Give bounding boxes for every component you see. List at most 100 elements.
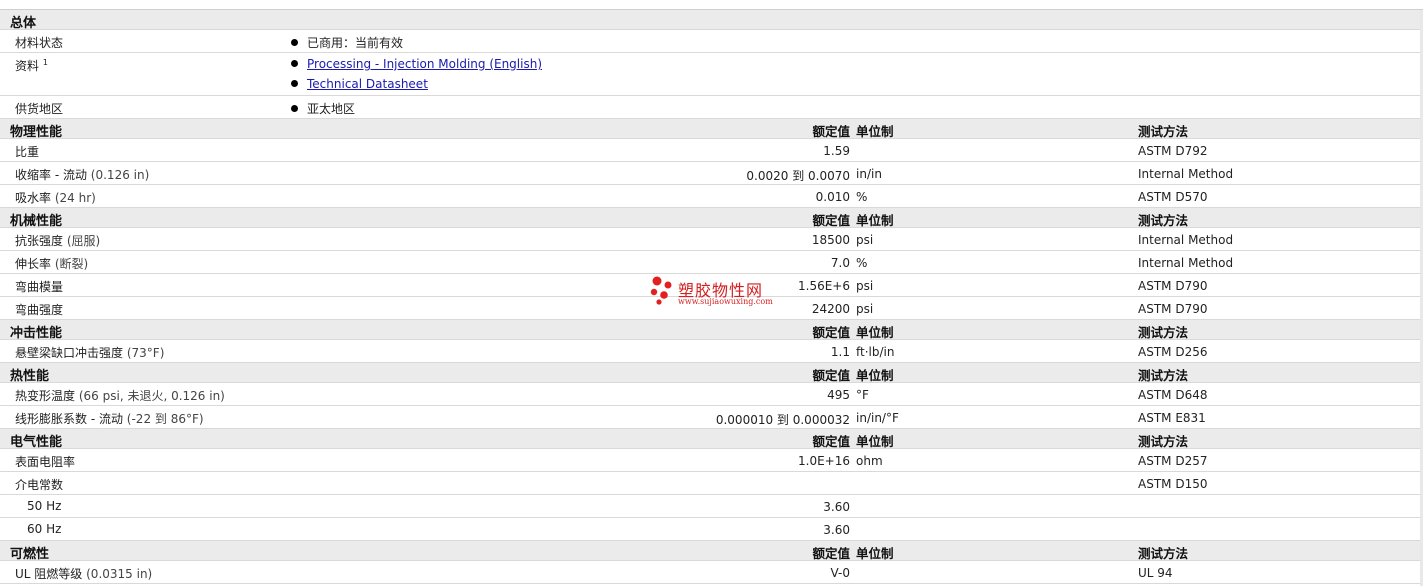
column-header-unit: 单位制 bbox=[856, 124, 894, 139]
section-header-general: 总体 bbox=[0, 10, 1423, 31]
property-row: 表面电阻率 1.0E+16 ohm ASTM D257 bbox=[0, 449, 1423, 472]
property-value: 7.0 bbox=[830, 256, 850, 270]
property-name: 60 Hz bbox=[27, 522, 61, 536]
section-header: 物理性能 额定值 单位制 测试方法 bbox=[0, 119, 1423, 140]
link-processing-injection-molding[interactable]: Processing - Injection Molding (English) bbox=[307, 57, 542, 71]
column-header-rated: 额定值 bbox=[812, 325, 850, 340]
property-condition: (0.0315 in) bbox=[86, 567, 153, 581]
row-resources: 资料 1 Processing - Injection Molding (Eng… bbox=[0, 53, 1423, 96]
property-unit: in/in bbox=[856, 167, 882, 181]
column-header-test-method: 测试方法 bbox=[1138, 213, 1189, 228]
datasheet: 总体 材料状态 已商用：当前有效 资料 1 Processing - Injec… bbox=[0, 0, 1423, 586]
property-row: 介电常数 ASTM D150 bbox=[0, 472, 1423, 495]
section-header: 可燃性 额定值 单位制 测试方法 bbox=[0, 541, 1423, 562]
resources-label: 资料 bbox=[15, 59, 40, 73]
property-row: 收缩率 - 流动 (0.126 in) 0.0020 到 0.0070 in/in I… bbox=[0, 162, 1423, 185]
property-unit: ft·lb/in bbox=[856, 345, 895, 359]
column-header-unit: 单位制 bbox=[856, 368, 894, 383]
property-sections: 物理性能 额定值 单位制 测试方法 比重 1.59 ASTM D792 收缩率 - 流动 (0… bbox=[0, 119, 1423, 584]
property-value: 18500 bbox=[811, 233, 850, 247]
property-test-method: ASTM E831 bbox=[1138, 411, 1206, 425]
section-header: 机械性能 额定值 单位制 测试方法 bbox=[0, 208, 1423, 229]
property-name: 线形膨胀系数 - 流动 (-22 到 86°F) bbox=[15, 410, 204, 427]
availability-value: 亚太地区 bbox=[291, 100, 355, 117]
property-value: 1.0E+16 bbox=[798, 454, 850, 468]
section-title: 物理性能 bbox=[10, 125, 63, 140]
property-value: 0.000010 到 0.000032 bbox=[715, 413, 850, 427]
property-name: 50 Hz bbox=[27, 499, 61, 513]
link-technical-datasheet[interactable]: Technical Datasheet bbox=[307, 77, 428, 91]
column-header-test-method: 测试方法 bbox=[1138, 325, 1189, 340]
property-test-method: ASTM D257 bbox=[1138, 454, 1208, 468]
property-condition: (断裂) bbox=[54, 257, 89, 271]
property-label: 60 Hz bbox=[27, 522, 62, 536]
resource-link-item: Technical Datasheet bbox=[291, 77, 428, 91]
watermark-logo: 塑胶物性网 www.sujiaowuxing.com bbox=[648, 275, 778, 315]
property-label: 介电常数 bbox=[15, 478, 64, 492]
property-name: 悬壁梁缺口冲击强度 (73°F) bbox=[15, 344, 164, 361]
property-row: 50 Hz 3.60 bbox=[0, 495, 1423, 518]
property-label: 吸水率 bbox=[15, 191, 52, 205]
section-title: 机械性能 bbox=[10, 214, 63, 229]
property-unit: in/in/°F bbox=[856, 411, 899, 425]
property-name: 弯曲强度 bbox=[15, 301, 63, 318]
property-label: 比重 bbox=[15, 145, 40, 159]
property-label: 收缩率 - 流动 bbox=[15, 168, 87, 182]
property-value: 1.56E+6 bbox=[798, 279, 850, 293]
property-label: 悬壁梁缺口冲击强度 bbox=[15, 346, 124, 360]
property-unit: psi bbox=[856, 302, 874, 316]
property-condition: (0.126 in) bbox=[90, 168, 150, 182]
availability-text: 亚太地区 bbox=[307, 102, 356, 116]
property-name: UL 阻燃等级 (0.0315 in) bbox=[15, 565, 152, 582]
property-unit: psi bbox=[856, 233, 874, 247]
property-test-method: ASTM D256 bbox=[1138, 345, 1208, 359]
property-value: V-0 bbox=[830, 566, 850, 580]
property-test-method: UL 94 bbox=[1138, 566, 1173, 580]
property-label: 50 Hz bbox=[27, 499, 62, 513]
property-label: UL 阻燃等级 bbox=[15, 567, 83, 581]
property-row: 热变形温度 (66 psi, 未退火, 0.126 in) 495 °F ASTM D… bbox=[0, 383, 1423, 406]
column-header-test-method: 测试方法 bbox=[1138, 124, 1189, 139]
property-condition: (24 hr) bbox=[54, 191, 96, 205]
property-name: 介电常数 bbox=[15, 476, 63, 493]
column-header-unit: 单位制 bbox=[856, 546, 894, 561]
row-availability: 供货地区 亚太地区 bbox=[0, 96, 1423, 119]
property-test-method: ASTM D790 bbox=[1138, 302, 1208, 316]
property-condition: (屈服) bbox=[66, 234, 101, 248]
bullet-icon bbox=[291, 39, 298, 46]
property-row: 比重 1.59 ASTM D792 bbox=[0, 139, 1423, 162]
property-unit: psi bbox=[856, 279, 874, 293]
property-test-method: ASTM D150 bbox=[1138, 477, 1208, 491]
section-title: 冲击性能 bbox=[10, 326, 63, 341]
column-header-test-method: 测试方法 bbox=[1138, 368, 1189, 383]
property-value: 3.60 bbox=[823, 500, 850, 514]
property-row: 线形膨胀系数 - 流动 (-22 到 86°F) 0.000010 到 0.000… bbox=[0, 406, 1423, 429]
property-test-method: Internal Method bbox=[1138, 167, 1234, 181]
property-label: 表面电阻率 bbox=[15, 455, 76, 469]
property-name: 比重 bbox=[15, 143, 39, 160]
property-test-method: ASTM D790 bbox=[1138, 279, 1208, 293]
property-row: 吸水率 (24 hr) 0.010% ASTM D570 bbox=[0, 185, 1423, 208]
property-label: 弯曲强度 bbox=[15, 303, 64, 317]
property-label: 热变形温度 bbox=[15, 389, 76, 403]
property-label: 伸长率 bbox=[15, 257, 52, 271]
row-label: 供货地区 bbox=[15, 102, 64, 116]
property-row: 60 Hz 3.60 bbox=[0, 518, 1423, 541]
bullet-icon bbox=[291, 105, 298, 112]
bullet-icon bbox=[291, 80, 298, 87]
bullet-icon bbox=[291, 60, 298, 67]
property-unit: °F bbox=[856, 388, 869, 402]
property-test-method: ASTM D792 bbox=[1138, 144, 1208, 158]
column-header-rated: 额定值 bbox=[812, 368, 850, 383]
row-label: 材料状态 bbox=[15, 36, 64, 50]
property-name: 抗张强度 (屈服) bbox=[15, 232, 100, 249]
footnote-marker: 1 bbox=[42, 58, 48, 67]
row-material-status: 材料状态 已商用：当前有效 bbox=[0, 30, 1423, 53]
property-label: 线形膨胀系数 - 流动 bbox=[15, 412, 123, 426]
column-header-unit: 单位制 bbox=[856, 325, 894, 340]
property-test-method: Internal Method bbox=[1138, 256, 1234, 270]
section-header: 热性能 额定值 单位制 测试方法 bbox=[0, 363, 1423, 384]
property-name: 伸长率 (断裂) bbox=[15, 255, 88, 272]
property-row: 伸长率 (断裂) 7.0% Internal Method bbox=[0, 251, 1423, 274]
status-text: 已商用：当前有效 bbox=[307, 36, 404, 50]
